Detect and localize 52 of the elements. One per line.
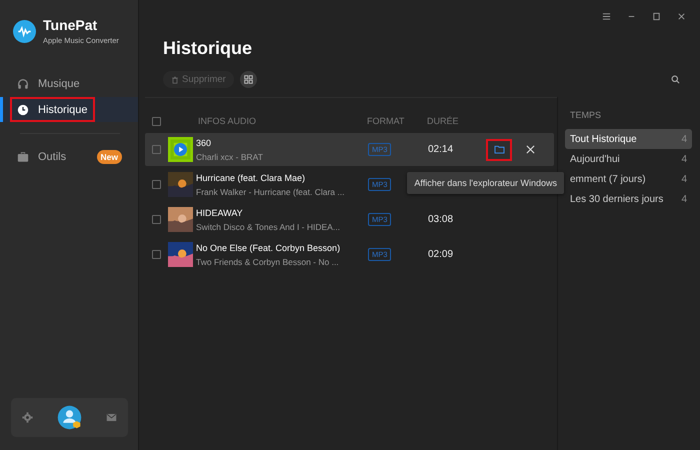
- track-title: Hurricane (feat. Clara Mae): [196, 172, 306, 182]
- column-header: INFOS AUDIO: [198, 116, 258, 126]
- column-header: DURÉE: [427, 116, 460, 126]
- clock-icon: [17, 104, 29, 116]
- filter-item[interactable]: Aujourd'hui 4: [565, 149, 692, 169]
- settings-icon[interactable]: [22, 412, 34, 423]
- grid-view-icon[interactable]: [240, 71, 257, 88]
- row-checkbox[interactable]: [152, 145, 161, 154]
- close-icon[interactable]: [677, 12, 686, 21]
- filter-item[interactable]: Les 30 derniers jours 4: [565, 189, 692, 209]
- page-title: Historique: [163, 38, 254, 59]
- duration: 02:09: [428, 249, 454, 260]
- track-title: 360: [196, 138, 212, 148]
- filter-count: 4: [681, 154, 687, 164]
- search-icon[interactable]: [671, 75, 680, 84]
- headphones-icon: [17, 78, 29, 90]
- duration: 02:14: [428, 144, 454, 155]
- column-header: FORMAT: [367, 116, 406, 126]
- avatar-icon[interactable]: [56, 404, 83, 431]
- nav-item[interactable]: Musique: [10, 71, 87, 96]
- logo-icon: [13, 20, 36, 42]
- row-checkbox[interactable]: [152, 250, 161, 259]
- play-icon[interactable]: [174, 143, 187, 156]
- nav-item[interactable]: Outils: [10, 144, 74, 169]
- track-artist: Frank Walker - Hurricane (feat. Clara ...: [196, 186, 344, 196]
- row-checkbox[interactable]: [152, 215, 161, 224]
- select-all-checkbox[interactable]: [152, 116, 161, 126]
- folder-icon: [494, 145, 504, 154]
- filter-count: 4: [681, 174, 687, 184]
- open-folder-button[interactable]: [486, 138, 512, 160]
- row-checkbox[interactable]: [152, 180, 161, 189]
- tooltip: Afficher dans l'explorateur Windows: [407, 172, 564, 194]
- track-artist: Charli xcx - BRAT: [196, 152, 263, 162]
- maximize-icon[interactable]: [652, 12, 661, 21]
- track-title: HIDEAWAY: [196, 208, 244, 218]
- track-title: No One Else (Feat. Corbyn Besson): [196, 242, 342, 252]
- toolbox-icon: [17, 150, 29, 162]
- remove-icon[interactable]: [526, 145, 535, 154]
- mail-icon[interactable]: [106, 412, 117, 423]
- filter-count: 4: [681, 134, 687, 144]
- filter-heading: TEMPS: [570, 110, 602, 120]
- duration: 03:08: [428, 214, 454, 225]
- filter-count: 4: [681, 194, 687, 204]
- menu-icon[interactable]: [602, 12, 611, 21]
- track-artist: Switch Disco & Tones And I - HIDEA...: [196, 222, 340, 232]
- filter-item[interactable]: Tout Historique 4: [565, 129, 692, 149]
- new-badge: New: [96, 150, 122, 164]
- filter-item[interactable]: emment (7 jours) 4: [565, 169, 692, 189]
- app-name: TunePat: [43, 17, 98, 33]
- nav-item[interactable]: Historique: [10, 97, 95, 122]
- trash-icon: [171, 76, 179, 84]
- track-artist: Two Friends & Corbyn Besson - No ...: [196, 256, 339, 266]
